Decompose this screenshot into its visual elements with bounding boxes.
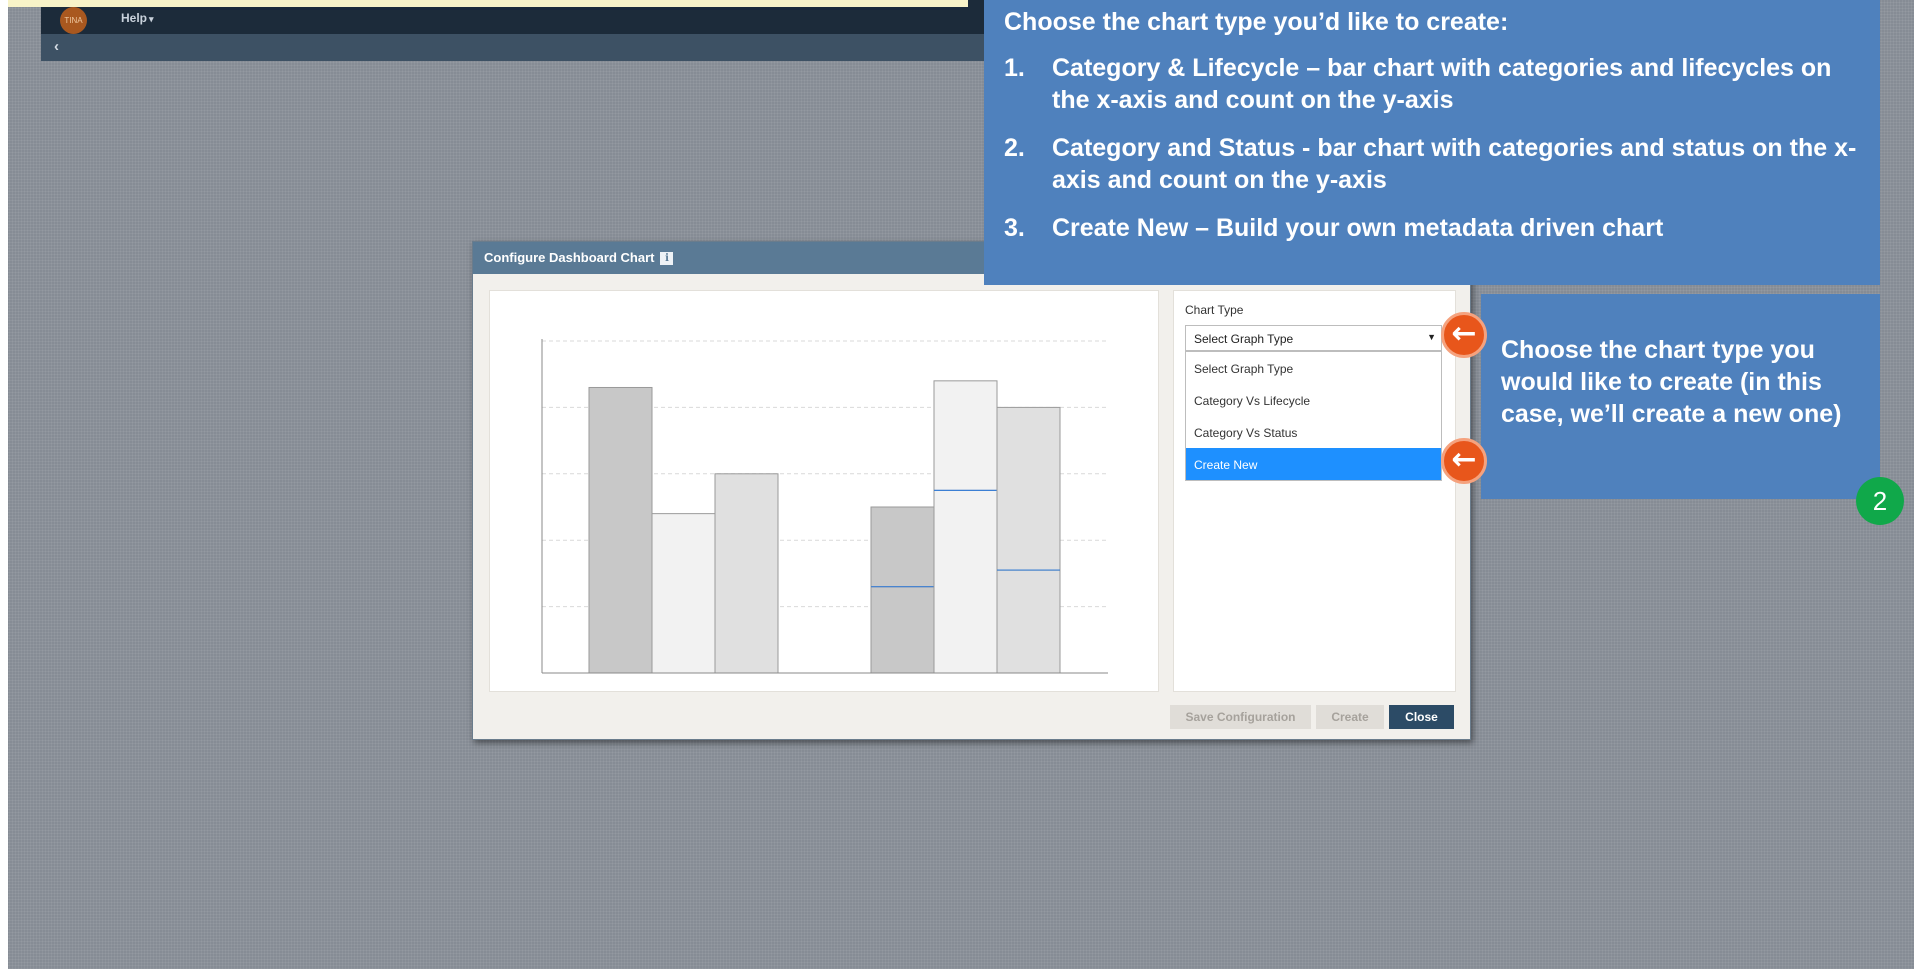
step-number-badge: 2: [1856, 477, 1904, 525]
chart-settings-panel: Chart Type Select Graph Type ▼ Select Gr…: [1173, 290, 1456, 692]
bar: [996, 406, 1061, 571]
step-number: 1.: [1004, 54, 1025, 82]
option-create-new[interactable]: Create New: [1186, 448, 1441, 480]
secondary-toolbar: [41, 34, 1001, 61]
chart-type-select[interactable]: Select Graph Type ▼: [1185, 325, 1442, 351]
bar: [933, 489, 998, 674]
instruction-step: 2. Category and Status - bar chart with …: [1004, 132, 1864, 196]
instruction-callout-top: Choose the chart type you’d like to crea…: [984, 0, 1880, 285]
bar: [714, 473, 779, 674]
instruction-step: 1. Category & Lifecycle – bar chart with…: [1004, 52, 1864, 116]
create-button[interactable]: Create: [1316, 705, 1384, 729]
dialog-title-wrap: Configure Dashboard Chart i: [484, 250, 674, 266]
option-select-graph-type[interactable]: Select Graph Type: [1186, 352, 1441, 384]
callout-side-text: Choose the chart type you would like to …: [1501, 336, 1842, 428]
chart-preview: [541, 339, 1108, 674]
step-number: 2.: [1004, 134, 1025, 162]
help-menu-label: Help: [121, 11, 148, 25]
instruction-callout-side: Choose the chart type you would like to …: [1481, 294, 1880, 499]
bar: [870, 586, 935, 674]
bar: [588, 386, 653, 674]
bar: [651, 513, 716, 674]
bar: [870, 506, 935, 588]
caret-down-icon: ▼: [1427, 332, 1436, 342]
configure-dashboard-chart-dialog: Configure Dashboard Chart i Chart Type Se…: [472, 241, 1471, 740]
bar: [996, 569, 1061, 674]
dialog-title: Configure Dashboard Chart: [484, 250, 655, 265]
help-menu[interactable]: Help ▾: [121, 11, 154, 25]
chart-preview-panel: [489, 290, 1159, 692]
close-button[interactable]: Close: [1389, 705, 1454, 729]
chart-type-dropdown-list: Select Graph Type Category Vs Lifecycle …: [1185, 351, 1442, 481]
chart-type-label: Chart Type: [1185, 303, 1244, 317]
step-text: Create New – Build your own metadata dri…: [1052, 214, 1664, 242]
bar: [933, 380, 998, 491]
caret-down-icon: ▾: [149, 14, 154, 24]
step-text: Category and Status - bar chart with cat…: [1052, 134, 1857, 194]
app-logo[interactable]: TINA: [60, 7, 87, 34]
chart-type-select-value: Select Graph Type: [1194, 332, 1294, 346]
notification-strip: [8, 0, 968, 7]
instruction-steps: 1. Category & Lifecycle – bar chart with…: [1004, 52, 1864, 260]
step-text: Category & Lifecycle – bar chart with ca…: [1052, 54, 1832, 114]
arrow-left-icon: ←: [1441, 312, 1487, 358]
chevron-left-icon[interactable]: ‹: [54, 38, 59, 55]
arrow-left-icon: ←: [1441, 438, 1487, 484]
save-configuration-button[interactable]: Save Configuration: [1170, 705, 1311, 729]
step-number: 3.: [1004, 214, 1025, 242]
option-category-vs-lifecycle[interactable]: Category Vs Lifecycle: [1186, 384, 1441, 416]
info-icon[interactable]: i: [660, 252, 674, 266]
callout-title: Choose the chart type you’d like to crea…: [1004, 8, 1509, 36]
instruction-step: 3. Create New – Build your own metadata …: [1004, 212, 1864, 244]
left-margin-strip: [0, 0, 8, 969]
option-category-vs-status[interactable]: Category Vs Status: [1186, 416, 1441, 448]
